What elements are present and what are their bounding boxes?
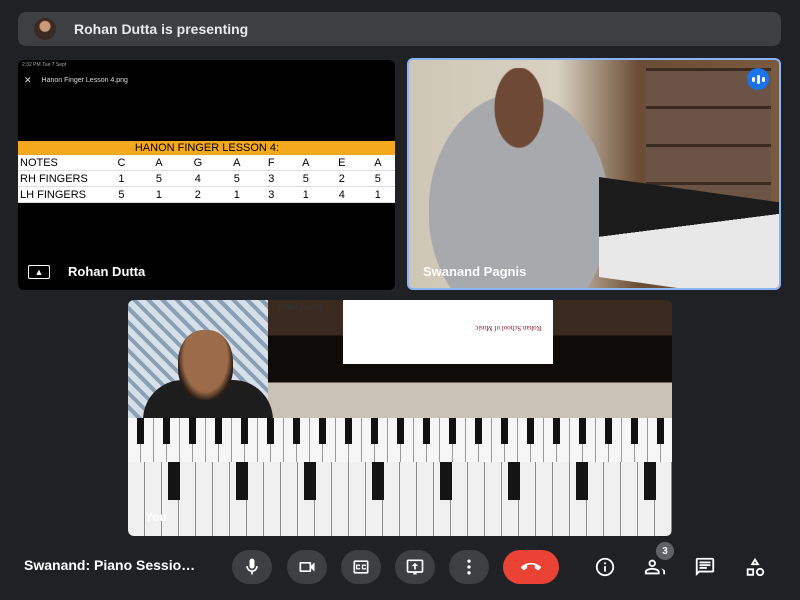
self-face <box>178 330 233 400</box>
more-options-button[interactable] <box>449 550 489 584</box>
table-cell: 1 <box>359 186 395 203</box>
table-cell: 5 <box>140 170 177 187</box>
table-cell: 1 <box>218 186 255 203</box>
table-cell: A <box>359 155 395 171</box>
row-label: LH FINGERS <box>18 186 102 203</box>
self-video-tile[interactable]: Rohan School of Music WinQuest You <box>128 300 672 536</box>
table-cell: 5 <box>218 170 255 187</box>
watermark-text: WinQuest <box>278 302 322 313</box>
table-cell: 5 <box>287 170 324 187</box>
chat-icon <box>695 557 715 577</box>
close-icon: ✕ <box>24 74 32 85</box>
people-count-badge: 3 <box>656 542 674 560</box>
camera-button[interactable] <box>287 550 327 584</box>
presenter-avatar <box>34 18 56 40</box>
lesson-title: HANON FINGER LESSON 4: <box>18 141 395 155</box>
table-cell: 2 <box>323 170 360 187</box>
table-cell: F <box>254 155 288 171</box>
table-row: NOTES C A G A F A E A <box>18 155 395 171</box>
table-cell: 1 <box>140 186 177 203</box>
presenting-banner: Rohan Dutta is presenting <box>18 12 781 46</box>
lesson-table: HANON FINGER LESSON 4: NOTES C A G A F A… <box>18 141 395 203</box>
table-cell: 5 <box>102 186 141 203</box>
mic-icon <box>246 558 258 575</box>
self-label: You <box>145 510 167 524</box>
present-button[interactable] <box>395 550 435 584</box>
table-row: LH FINGERS 5 1 2 1 3 1 4 1 <box>18 186 395 203</box>
activities-icon <box>746 557 765 577</box>
school-card-text: Rohan School of Music <box>474 324 541 332</box>
piano-black-keys <box>128 418 672 444</box>
presenting-text: Rohan Dutta is presenting <box>74 21 249 37</box>
table-cell: 1 <box>102 170 141 187</box>
table-cell: A <box>218 155 255 171</box>
table-row: RH FINGERS 1 5 4 5 3 5 2 5 <box>18 170 395 187</box>
participant-name: Rohan Dutta <box>68 264 146 279</box>
table-cell: E <box>323 155 360 171</box>
row-label: NOTES <box>18 155 102 171</box>
captions-button[interactable] <box>341 550 381 584</box>
school-card: Rohan School of Music <box>343 300 553 364</box>
table-cell: 4 <box>323 186 360 203</box>
status-date: Tue 7 Sept <box>41 62 67 68</box>
table-cell: 1 <box>287 186 324 203</box>
table-cell: G <box>176 155 219 171</box>
speaking-indicator-icon <box>747 68 769 90</box>
table-cell: C <box>102 155 141 171</box>
mic-button[interactable] <box>232 550 272 584</box>
present-screen-icon: ▲ <box>28 265 50 279</box>
end-call-icon <box>521 562 541 571</box>
participant-name: Swanand Pagnis <box>423 264 527 279</box>
meeting-title[interactable]: Swanand: Piano Sessio… <box>24 557 195 573</box>
more-icon <box>467 559 471 575</box>
present-icon <box>406 559 424 575</box>
shared-viewer-bar: ✕ Hanon Finger Lesson 4.png <box>18 72 395 88</box>
activities-button[interactable] <box>742 554 768 580</box>
table-cell: 5 <box>359 170 395 187</box>
captions-icon <box>353 560 369 574</box>
info-icon <box>595 557 615 577</box>
end-call-button[interactable] <box>503 550 559 584</box>
participant-tile-swanand[interactable]: Swanand Pagnis <box>407 58 781 290</box>
table-cell: 2 <box>176 186 219 203</box>
screen-share-tile[interactable]: 2:32 PM Tue 7 Sept ✕ Hanon Finger Lesson… <box>18 60 395 290</box>
camera-icon <box>299 562 315 572</box>
table-cell: 3 <box>254 170 288 187</box>
table-cell: 3 <box>254 186 288 203</box>
chat-button[interactable] <box>692 554 718 580</box>
table-cell: A <box>287 155 324 171</box>
status-time: 2:32 PM <box>22 62 41 68</box>
shared-file-name: Hanon Finger Lesson 4.png <box>41 76 128 84</box>
piano-black-keys-closeup <box>128 462 672 500</box>
meeting-info-button[interactable] <box>592 554 618 580</box>
table-cell: A <box>140 155 177 171</box>
row-label: RH FINGERS <box>18 170 102 187</box>
table-cell: 4 <box>176 170 219 187</box>
